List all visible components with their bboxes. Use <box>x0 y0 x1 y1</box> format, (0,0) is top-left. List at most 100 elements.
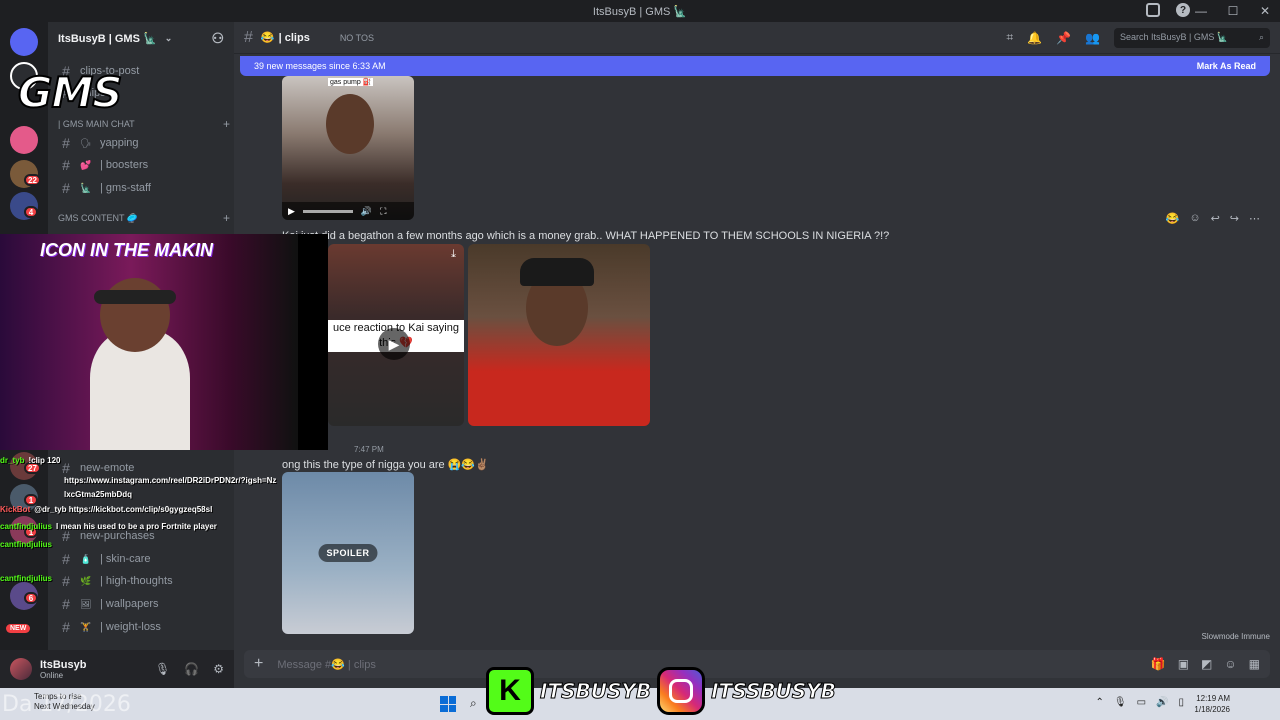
tray-chevron-icon[interactable]: ⌃ <box>1095 697 1103 708</box>
stream-chat-line: KickBot @dr_tyb https://kickbot.com/clip/… <box>0 505 280 514</box>
reply-icon[interactable]: ↩ <box>1211 212 1220 225</box>
gms-logo-overlay: GMS <box>17 67 124 118</box>
download-icon[interactable]: ⤓ <box>451 248 456 261</box>
webcam-edge <box>298 234 328 450</box>
channel-gms-staff[interactable]: # 🗽 | gms-staff <box>56 177 228 199</box>
gif-icon[interactable]: ▣ <box>1178 657 1189 671</box>
reaction-emoji[interactable]: 😂 <box>1166 212 1180 225</box>
add-reaction-icon[interactable]: ☺ <box>1189 212 1200 225</box>
channel-emoji: 😂 <box>260 32 275 44</box>
webcam-title: ICON IN THE MAKIN <box>40 240 213 260</box>
taskbar-clock[interactable]: 12:19 AM 1/18/2026 <box>1194 693 1230 715</box>
channel-label: | boosters <box>100 159 149 171</box>
chat-username: cantfindjulius <box>0 540 52 549</box>
member-list-icon[interactable]: 👥 <box>1085 31 1100 45</box>
user-status: Online <box>40 670 64 680</box>
emoji-icon[interactable]: ☺ <box>1224 657 1236 671</box>
spoiler-image[interactable]: SPOILER <box>282 472 414 634</box>
close-button[interactable]: ✕ <box>1258 4 1272 18</box>
maximize-button[interactable]: ☐ <box>1226 4 1240 18</box>
forward-icon[interactable]: ↪ <box>1230 212 1239 225</box>
video-caption: gas pump ⛽ <box>328 78 374 86</box>
volume-icon[interactable]: 🔊 <box>361 206 372 217</box>
category-main-chat[interactable]: | GMS MAIN CHAT + <box>58 116 230 132</box>
discord-home-icon[interactable] <box>10 28 38 56</box>
chat-username: cantfindjulius <box>0 574 52 583</box>
composer-placeholder: Message #😂 | clips <box>277 658 376 671</box>
notification-bell-icon[interactable]: 🔔 <box>1027 31 1042 45</box>
minimize-button[interactable]: — <box>1194 4 1208 18</box>
stream-chat-line: cantfindjulius I mean his used to be a pr… <box>0 522 280 531</box>
chat-message: I mean his used to be a pro Fortnite pla… <box>56 522 217 531</box>
taskbar-search-icon[interactable]: ⌕ <box>470 696 477 711</box>
add-channel-icon[interactable]: + <box>223 117 230 131</box>
user-name: ItsBusyb <box>40 658 87 671</box>
hash-icon: # <box>62 135 70 151</box>
user-avatar[interactable] <box>10 658 32 680</box>
guild-header[interactable]: ItsBusyB | GMS 🗽 ⌄ ⚇ <box>48 22 234 54</box>
gift-icon[interactable]: 🎁 <box>1151 657 1166 671</box>
channel-yapping[interactable]: # 🗣 yapping <box>56 132 228 154</box>
channel-header: # 😂 | clips NO TOS ⌗ 🔔 📌 👥 Search ItsBus… <box>234 22 1280 54</box>
channel-emoji: 💕 <box>80 159 92 170</box>
clock-time: 12:19 AM <box>1196 694 1230 703</box>
settings-gear-icon[interactable]: ⚙ <box>213 662 224 676</box>
hash-icon: # <box>62 551 70 567</box>
message-text: ong this the type of nigga you are 😭😂✌🏽 <box>282 459 489 471</box>
inbox-icon[interactable] <box>1146 3 1160 17</box>
kick-logo-icon: K <box>486 667 534 715</box>
chat-message: https://www.instagram.com/reel/DR2iDrPDN… <box>64 476 277 499</box>
play-icon[interactable]: ▶ <box>378 328 410 360</box>
search-input[interactable]: Search ItsBusyB | GMS 🗽 ⌕ <box>1114 27 1270 48</box>
mention-badge: 4 <box>24 206 38 218</box>
channel-skin-care[interactable]: # 🧴 | skin-care <box>56 548 228 570</box>
add-member-icon[interactable]: ⚇ <box>211 30 224 47</box>
webcam-overlay: ICON IN THE MAKIN <box>0 234 328 450</box>
date-overlay: Da 17/2026 <box>2 692 131 717</box>
new-badge: NEW <box>6 624 31 633</box>
help-icon[interactable]: ? <box>1176 3 1190 17</box>
sticker-icon[interactable]: ◩ <box>1201 657 1212 671</box>
channel-weight-loss[interactable]: # 🏋 | weight-loss <box>56 616 228 638</box>
channel-label: yapping <box>100 137 139 149</box>
hash-icon: # <box>62 157 70 173</box>
mention-badge: 6 <box>24 592 38 604</box>
fullscreen-icon[interactable]: ⛶ <box>380 206 386 217</box>
video-embed[interactable]: uce reaction to Kai saying this 💔 ▶ ⤓ <box>328 244 464 426</box>
threads-icon[interactable]: ⌗ <box>1006 30 1013 45</box>
attach-plus-icon[interactable]: + <box>254 655 263 673</box>
play-icon[interactable]: ▶ <box>288 206 295 217</box>
microphone-icon[interactable]: 🎙 <box>1114 697 1127 708</box>
kick-handle: ITSBUSYB <box>539 679 652 704</box>
stream-chat-line: dr_tyb !clip 120 <box>0 456 280 465</box>
system-tray: ⌃ 🎙 ▭ 🔊 ▯ <box>1095 697 1184 708</box>
new-messages-bar[interactable]: 39 new messages since 6:33 AM Mark As Re… <box>240 56 1270 76</box>
apps-icon[interactable]: ▦ <box>1249 657 1260 671</box>
channel-label: | skin-care <box>100 553 151 565</box>
video-progress[interactable] <box>302 209 353 213</box>
network-icon[interactable]: ▭ <box>1137 697 1146 708</box>
channel-wallpapers[interactable]: # 🖼 | wallpapers <box>56 593 228 615</box>
guild-name: ItsBusyB | GMS 🗽 <box>58 32 157 45</box>
more-options-icon[interactable]: ⋯ <box>1249 212 1260 225</box>
chat-message: @dr_tyb https://kickbot.com/clip/s0gygze… <box>34 505 213 514</box>
video-embed[interactable]: gas pump ⛽ ▶ 🔊 ⛶ <box>282 76 414 220</box>
hash-icon: # <box>62 596 70 612</box>
server-icon[interactable] <box>10 126 38 154</box>
hash-icon: # <box>244 28 253 46</box>
volume-icon[interactable]: 🔊 <box>1156 697 1168 708</box>
mark-as-read-button[interactable]: Mark As Read <box>1197 61 1256 71</box>
microphone-icon[interactable]: 🎙 <box>155 662 170 676</box>
pin-icon[interactable]: 📌 <box>1056 31 1071 45</box>
video-controls[interactable]: ▶ 🔊 ⛶ <box>282 202 414 220</box>
channel-boosters[interactable]: # 💕 | boosters <box>56 154 228 176</box>
category-label: | GMS MAIN CHAT <box>58 119 135 129</box>
video-embed[interactable] <box>468 244 650 426</box>
category-label: GMS CONTENT 🥏 <box>58 212 139 223</box>
hash-icon: # <box>62 180 70 196</box>
category-gms-content[interactable]: GMS CONTENT 🥏 + <box>58 210 230 226</box>
headphones-icon[interactable]: 🎧 <box>184 662 199 676</box>
windows-start-icon[interactable] <box>440 696 456 712</box>
add-channel-icon[interactable]: + <box>223 211 230 225</box>
battery-icon[interactable]: ▯ <box>1178 697 1184 708</box>
